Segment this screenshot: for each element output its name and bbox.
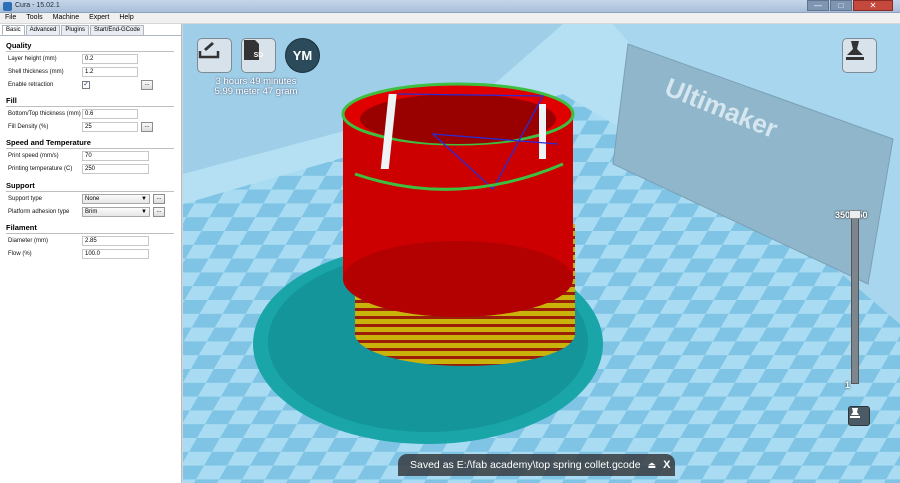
- print-estimate: 3 hours 49 minutes 5.99 meter 47 gram: [201, 77, 311, 97]
- section-title-speed-temperature: Speed and Temperature: [6, 138, 91, 147]
- menu-bar: File Tools Machine Expert Help: [0, 13, 900, 24]
- youmagine-button[interactable]: YM: [285, 38, 320, 73]
- close-notification-button[interactable]: X: [663, 459, 670, 471]
- menu-machine[interactable]: Machine: [48, 13, 84, 24]
- menu-file[interactable]: File: [0, 13, 21, 24]
- layer-slider-handle[interactable]: [849, 210, 861, 219]
- filament-diameter-label: Diameter (mm): [8, 238, 48, 244]
- platform-adhesion-value: Brim: [85, 209, 98, 215]
- settings-panel: Basic Advanced Plugins Start/End-GCode Q…: [0, 24, 182, 483]
- load-tray-icon: [198, 42, 220, 59]
- support-type-value: None: [85, 196, 100, 202]
- view-mode-button[interactable]: [842, 38, 877, 73]
- close-button[interactable]: ✕: [853, 0, 893, 11]
- section-divider: [6, 51, 174, 52]
- section-title-support: Support: [6, 181, 35, 190]
- menu-expert[interactable]: Expert: [84, 13, 114, 24]
- tab-plugins[interactable]: Plugins: [61, 25, 90, 35]
- save-status-text: Saved as E:/\fab academy\top spring coll…: [410, 459, 641, 471]
- layer-height-label: Layer height (mm): [8, 56, 57, 62]
- bottom-top-thickness-label: Bottom/Top thickness (mm): [8, 111, 81, 117]
- retraction-settings-button[interactable]: ...: [141, 80, 153, 90]
- print-speed-input[interactable]: 70: [82, 151, 149, 161]
- model-slot-right: [539, 104, 546, 159]
- tab-advanced[interactable]: Advanced: [25, 25, 61, 35]
- bottom-top-thickness-input[interactable]: 0.6: [82, 109, 138, 119]
- section-divider: [6, 106, 174, 107]
- layer-height-input[interactable]: 0.2: [82, 54, 138, 64]
- support-type-select[interactable]: None ▼: [82, 194, 150, 204]
- maximize-button[interactable]: □: [830, 0, 852, 11]
- tab-start-end-gcode[interactable]: Start/End-GCode: [90, 25, 145, 35]
- window-title-bar: Cura - 15.02.1 — □ ✕: [0, 0, 900, 13]
- menu-tools[interactable]: Tools: [21, 13, 47, 24]
- chevron-down-icon: ▼: [141, 196, 147, 202]
- support-type-label: Support type: [8, 196, 43, 202]
- window-title: Cura - 15.02.1: [15, 2, 60, 9]
- cura-app-icon: [3, 2, 12, 11]
- filament-flow-label: Flow (%): [8, 251, 32, 257]
- layer-bottom-value: 1: [845, 380, 851, 390]
- fill-density-label: Fill Density (%): [8, 124, 49, 130]
- section-title-fill: Fill: [6, 96, 17, 105]
- shell-thickness-label: Shell thickness (mm): [8, 69, 64, 75]
- tab-divider: [0, 35, 181, 36]
- fill-density-input[interactable]: 25: [82, 122, 138, 132]
- print-material: 5.99 meter 47 gram: [214, 86, 298, 97]
- support-settings-button[interactable]: ...: [153, 194, 165, 204]
- menu-help[interactable]: Help: [114, 13, 138, 24]
- load-model-button[interactable]: [197, 38, 232, 73]
- print-speed-label: Print speed (mm/s): [8, 153, 59, 159]
- printing-temperature-label: Printing temperature (C): [8, 166, 73, 172]
- sd-card-label: SD: [253, 52, 264, 59]
- adhesion-settings-button[interactable]: ...: [153, 207, 165, 217]
- section-title-quality: Quality: [6, 41, 32, 50]
- minimize-button[interactable]: —: [807, 0, 829, 11]
- save-to-sd-button[interactable]: SD: [241, 38, 276, 73]
- layer-icon: [850, 408, 860, 418]
- platform-adhesion-label: Platform adhesion type: [8, 209, 70, 215]
- fill-settings-button[interactable]: ...: [141, 122, 153, 132]
- enable-retraction-label: Enable retraction: [8, 82, 54, 88]
- chevron-down-icon: ▼: [141, 209, 147, 215]
- tab-basic[interactable]: Basic: [2, 25, 25, 35]
- filament-flow-input[interactable]: 100.0: [82, 249, 149, 259]
- filament-diameter-input[interactable]: 2.85: [82, 236, 149, 246]
- 3d-viewport[interactable]: Ultimaker SD YM 3 hours 49 minutes 5.99 …: [183, 24, 900, 483]
- settings-tabs: Basic Advanced Plugins Start/End-GCode: [2, 25, 145, 35]
- status-notification: Saved as E:/\fab academy\top spring coll…: [398, 454, 675, 476]
- layer-slider[interactable]: [851, 214, 859, 384]
- printing-temperature-input[interactable]: 250: [82, 164, 149, 174]
- enable-retraction-checkbox[interactable]: ✓: [82, 81, 90, 89]
- platform-adhesion-select[interactable]: Brim ▼: [82, 207, 150, 217]
- eject-icon[interactable]: ⏏: [648, 460, 657, 471]
- section-divider: [6, 148, 174, 149]
- section-title-filament: Filament: [6, 223, 37, 232]
- section-divider: [6, 191, 174, 192]
- layer-top-number: 350: [835, 210, 851, 220]
- view-mode-icon: [846, 41, 864, 60]
- model-body-bottom: [343, 241, 573, 317]
- shell-thickness-input[interactable]: 1.2: [82, 67, 138, 77]
- layer-view-toggle-button[interactable]: [848, 406, 870, 426]
- section-divider: [6, 233, 174, 234]
